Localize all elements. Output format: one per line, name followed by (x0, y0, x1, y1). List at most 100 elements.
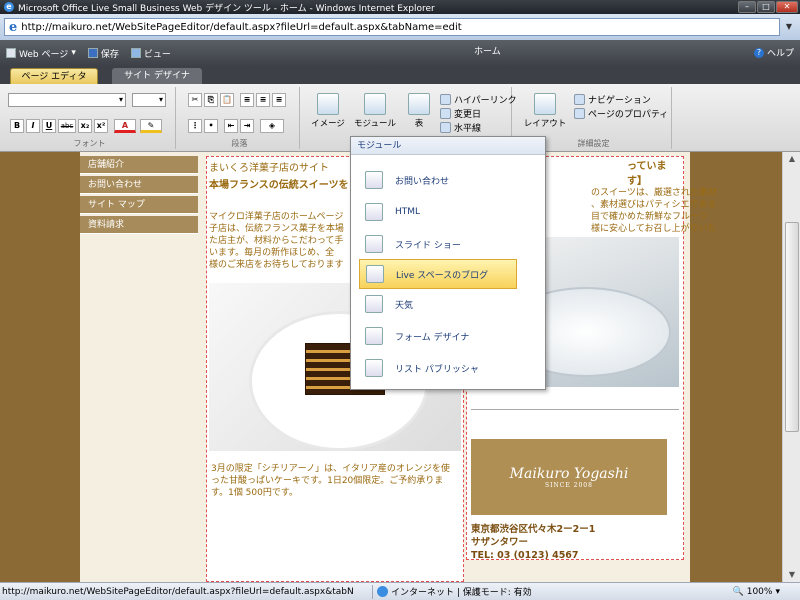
module-label: モジュール (354, 119, 396, 129)
font-group-label: フォント (73, 139, 106, 148)
view-label: ビュー (143, 49, 171, 60)
hyperlink-button[interactable]: ハイパーリンク (440, 93, 517, 106)
shop-address: 東京都渋谷区代々木2ー2ー1 サザンタワー TEL: 03 (0123) 456… (471, 523, 595, 562)
address-bar: e http://maikuro.net/WebSitePageEditor/d… (0, 14, 800, 40)
insert-table-button[interactable]: 表 (402, 93, 436, 129)
slideshow-icon (365, 235, 383, 253)
shop-logo: Maikuro Yogashi SINCE 2008 (471, 439, 667, 515)
menu-item-form-designer[interactable]: フォーム デザイナ (359, 321, 517, 351)
align-left-icon[interactable]: ≡ (240, 93, 254, 107)
nav-item-contact[interactable]: お問い合わせ (80, 176, 198, 194)
page-title: ホーム (474, 47, 501, 57)
page-properties-icon (574, 108, 585, 119)
italic-button[interactable]: I (26, 119, 40, 133)
minimize-button[interactable]: – (738, 1, 756, 13)
logo-since: SINCE 2008 (545, 481, 593, 489)
form-icon (365, 327, 383, 345)
underline-button[interactable]: U (42, 119, 56, 133)
nav-item-store[interactable]: 店舗紹介 (80, 156, 198, 174)
page-properties-button[interactable]: ページのプロパティ (574, 107, 668, 120)
superscript-button[interactable]: x² (94, 119, 108, 133)
globe-icon (377, 586, 388, 597)
scroll-down-icon[interactable]: ▼ (785, 568, 799, 582)
calendar-icon (440, 108, 451, 119)
divider (471, 409, 679, 410)
divider (372, 584, 373, 599)
updated-date-button[interactable]: 変更日 (440, 107, 481, 120)
indent-icon[interactable]: ⇥ (240, 119, 254, 133)
bold-button[interactable]: B (10, 119, 24, 133)
cake-caption: 3月の限定「シチリアーノ」は、イタリア産のオレンジを使った甘酸っぱいケーキです。… (211, 464, 450, 498)
copy-icon[interactable]: ⎘ (204, 93, 218, 107)
menu-item-html[interactable]: HTML (359, 197, 517, 227)
web-page-menu[interactable]: Web ページ ▾ (0, 47, 82, 60)
module-dropdown: モジュール お問い合わせ HTML スライド ショー Live スペースのブログ… (350, 136, 546, 390)
font-size-select[interactable]: ▾ (132, 93, 166, 107)
cut-icon[interactable]: ✂ (188, 93, 202, 107)
strikethrough-button[interactable]: abc (58, 119, 76, 133)
paste-icon[interactable]: 📋 (220, 93, 234, 107)
blog-icon (366, 265, 384, 283)
menu-item-label: リスト パブリッシャ (395, 364, 479, 375)
status-bar: http://maikuro.net/WebSitePageEditor/def… (0, 582, 800, 600)
layout-icon (534, 93, 556, 115)
contact-icon (365, 171, 383, 189)
navigation-icon (574, 94, 585, 105)
weather-icon (365, 295, 383, 313)
tab-site-designer[interactable]: サイト デザイナ (112, 68, 202, 84)
ribbon-top-bar: Web ページ ▾ 保存 ビュー ホーム ? ヘルプ (0, 40, 800, 66)
updated-date-label: 変更日 (454, 110, 482, 120)
navigation-button[interactable]: ナビゲーション (574, 93, 651, 106)
insert-image-button[interactable]: イメージ (308, 93, 348, 129)
bullet-list-icon[interactable]: • (204, 119, 218, 133)
layout-label: レイアウト (523, 119, 567, 129)
window-controls: – □ ✕ (738, 1, 798, 13)
menu-item-list-publisher[interactable]: リスト パブリッシャ (359, 353, 517, 383)
address-line-1: 東京都渋谷区代々木2ー2ー1 (471, 524, 596, 535)
scroll-up-icon[interactable]: ▲ (785, 152, 799, 166)
horizontal-line-button[interactable]: 水平線 (440, 121, 481, 134)
menu-item-label: Live スペースのブログ (396, 270, 489, 281)
window-titlebar: e Microsoft Office Live Small Business W… (0, 0, 800, 14)
subscript-button[interactable]: x₂ (78, 119, 92, 133)
menu-item-slideshow[interactable]: スライド ショー (359, 229, 517, 259)
outdent-icon[interactable]: ⇤ (224, 119, 238, 133)
help-button[interactable]: ? ヘルプ (753, 46, 794, 59)
background-color-icon[interactable]: ◈ (260, 119, 284, 133)
navigation-label: ナビゲーション (588, 96, 651, 106)
security-zone[interactable]: インターネット | 保護モード: 有効 (377, 585, 532, 598)
left-nav: 店舗紹介 お問い合わせ サイト マップ 資料請求 (80, 156, 198, 236)
save-button[interactable]: 保存 (82, 47, 125, 60)
highlight-color-button[interactable]: ✎ (140, 119, 162, 133)
font-group: ▾ ▾ B I U abc x₂ x² A ✎ フォント (4, 87, 176, 149)
chevron-down-icon[interactable]: ▼ (782, 18, 796, 36)
align-right-icon[interactable]: ≡ (272, 93, 286, 107)
zoom-level: 100% (746, 586, 773, 597)
save-label: 保存 (100, 49, 119, 60)
vertical-scrollbar[interactable]: ▲ ▼ (782, 152, 800, 582)
insert-module-button[interactable]: モジュール (350, 93, 400, 129)
font-color-button[interactable]: A (114, 119, 136, 133)
horizontal-line-icon (440, 122, 451, 133)
maximize-button[interactable]: □ (757, 1, 775, 13)
menu-item-contact[interactable]: お問い合わせ (359, 165, 517, 195)
zoom-control[interactable]: 🔍 100% ▾ (733, 587, 780, 597)
align-center-icon[interactable]: ≡ (256, 93, 270, 107)
scroll-thumb[interactable] (785, 222, 799, 432)
menu-item-weather[interactable]: 天気 (359, 289, 517, 319)
menu-item-label: 天気 (395, 300, 414, 311)
layout-button[interactable]: レイアウト (520, 93, 570, 129)
image-icon (317, 93, 339, 115)
url-field[interactable]: e http://maikuro.net/WebSitePageEditor/d… (4, 18, 780, 36)
web-page-label: Web ページ (19, 49, 69, 60)
horizontal-line-label: 水平線 (454, 124, 482, 134)
tab-page-editor[interactable]: ページ エディタ (10, 68, 98, 84)
numbered-list-icon[interactable]: ⋮ (188, 119, 202, 133)
menu-item-label: スライド ショー (395, 240, 461, 251)
close-button[interactable]: ✕ (776, 1, 798, 13)
font-name-select[interactable]: ▾ (8, 93, 126, 107)
nav-item-request[interactable]: 資料請求 (80, 216, 198, 234)
nav-item-sitemap[interactable]: サイト マップ (80, 196, 198, 214)
view-button[interactable]: ビュー (125, 47, 177, 60)
menu-item-blog[interactable]: Live スペースのブログ (359, 259, 517, 289)
